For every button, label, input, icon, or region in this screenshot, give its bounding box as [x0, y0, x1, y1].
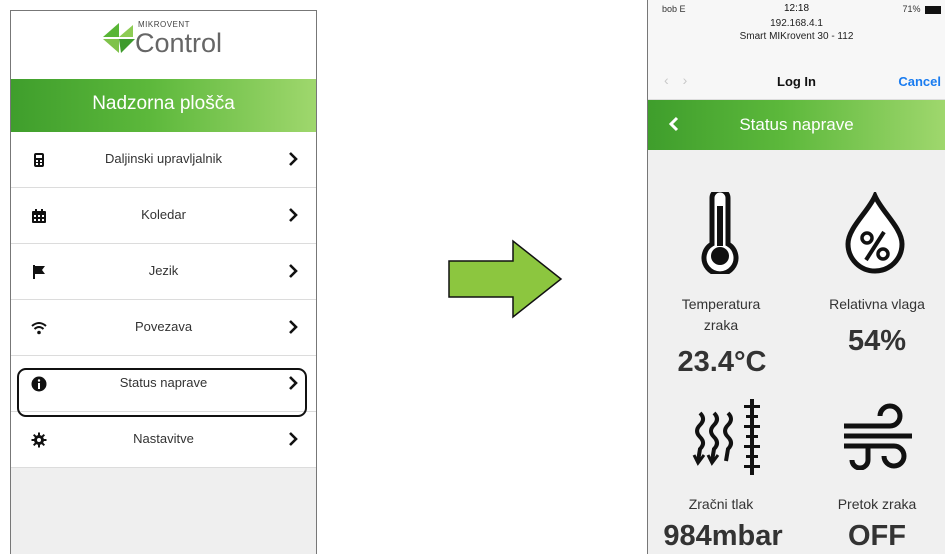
- captive-nav-bar: ‹› Log In Cancel: [648, 62, 945, 100]
- cancel-button[interactable]: Cancel: [898, 74, 941, 89]
- dashboard-header: Nadzorna plošča: [11, 79, 316, 132]
- menu-item-label: Povezava: [134, 319, 193, 334]
- menu-list: Daljinski upravljalnik Koledar Jezik Pov…: [11, 132, 316, 468]
- calendar-icon: [32, 209, 46, 223]
- humidity-value: 54%: [847, 325, 907, 357]
- chevron-right-icon: [289, 152, 298, 166]
- humidity-drop-icon: [845, 192, 905, 274]
- menu-screen: MIKROVENT Control Nadzorna plošča Daljin…: [10, 10, 317, 554]
- menu-item-settings[interactable]: Nastavitve: [11, 412, 316, 468]
- gear-icon: [31, 432, 47, 448]
- chevron-right-icon: [289, 320, 298, 334]
- temperature-label: Temperatura zraka: [658, 294, 784, 336]
- battery-percent: 71%: [902, 4, 921, 14]
- pressure-icon: [692, 399, 760, 475]
- battery-icon: [925, 5, 941, 14]
- remote-icon: [34, 153, 44, 167]
- thermometer-icon: [701, 192, 739, 274]
- menu-item-connection[interactable]: Povezava: [11, 300, 316, 356]
- status-screen: bob E 12:18 192.168.4.1 Smart MIKrovent …: [647, 0, 945, 554]
- menu-item-calendar[interactable]: Koledar: [11, 188, 316, 244]
- menu-item-label: Daljinski upravljalnik: [104, 151, 223, 166]
- status-header: Status naprave: [648, 100, 945, 150]
- url-ip: 192.168.4.1: [770, 18, 823, 29]
- logo-area: MIKROVENT Control: [11, 11, 316, 79]
- wifi-icon: [31, 322, 47, 335]
- menu-item-label: Nastavitve: [133, 431, 194, 446]
- chevron-right-icon: [289, 208, 298, 222]
- airflow-value: OFF: [848, 520, 906, 552]
- menu-item-language[interactable]: Jezik: [11, 244, 316, 300]
- empty-area: [11, 468, 316, 554]
- temperature-label-line1: Temperatura: [681, 296, 761, 312]
- flag-icon: [33, 265, 45, 279]
- highlight-frame: [17, 368, 307, 417]
- temperature-label-line2: zraka: [703, 317, 739, 333]
- pressure-value: 984mbar: [663, 520, 783, 552]
- chevron-right-icon: [289, 432, 298, 446]
- dashboard-title: Nadzorna plošča: [92, 93, 235, 114]
- status-title: Status naprave: [739, 115, 854, 134]
- wind-icon: [844, 403, 912, 470]
- humidity-label: Relativna vlaga: [829, 296, 925, 312]
- temperature-value: 23.4°C: [677, 346, 767, 378]
- clock: 12:18: [783, 3, 810, 14]
- pressure-label: Zračni tlak: [688, 496, 754, 512]
- battery-indicator: 71%: [902, 4, 941, 14]
- menu-item-remote[interactable]: Daljinski upravljalnik: [11, 132, 316, 188]
- right-arrow-icon: [448, 239, 563, 319]
- airflow-label: Pretok zraka: [837, 496, 917, 512]
- menu-item-label: Koledar: [141, 207, 186, 222]
- logo-big-text: Control: [135, 28, 223, 58]
- chevron-right-icon: [289, 264, 298, 278]
- ios-status-bar: bob E 12:18 192.168.4.1 Smart MIKrovent …: [648, 0, 945, 62]
- device-name: Smart MIKrovent 30 - 112: [739, 31, 854, 42]
- mikrovent-logo-icon: [103, 23, 135, 53]
- menu-item-label: Jezik: [148, 263, 179, 278]
